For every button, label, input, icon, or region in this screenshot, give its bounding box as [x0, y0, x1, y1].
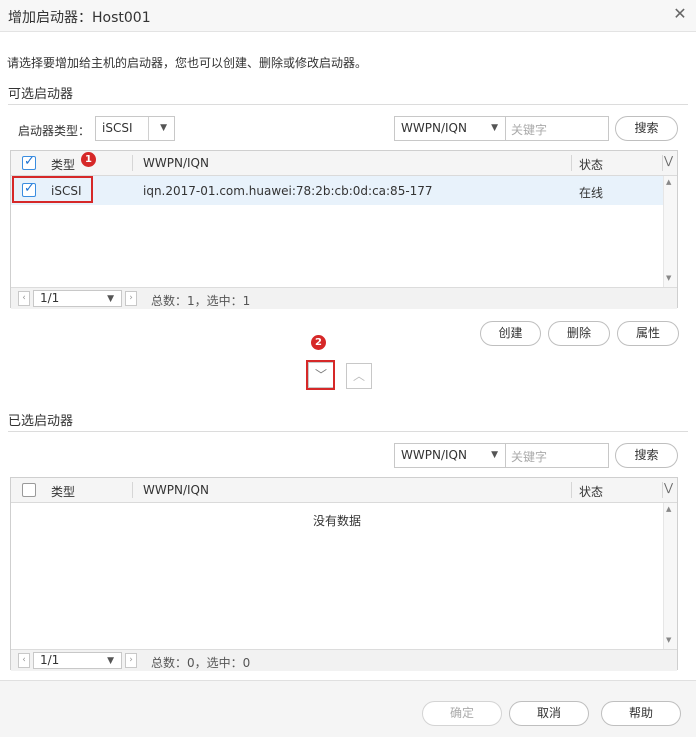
available-filter-select[interactable]: WWPN/IQN ▼ — [394, 116, 506, 141]
dialog-title: 增加启动器：Host001 — [8, 10, 151, 26]
table-row[interactable]: iSCSI iqn.2017-01.com.huawei:78:2b:cb:0d… — [11, 176, 663, 205]
available-initiators-table: 类型 WWPN/IQN 状态 ⋁ iSCSI iqn.2017-01.com.h… — [10, 150, 678, 309]
pager-summary: 总数：1，选中：1 — [151, 294, 251, 308]
chevron-up-icon: ︿ — [352, 369, 365, 383]
next-page-icon[interactable]: › — [125, 653, 137, 668]
page-select-value: 1/1 — [40, 653, 60, 667]
scroll-down-icon[interactable]: ▼ — [666, 636, 671, 644]
prev-page-icon[interactable]: ‹ — [18, 653, 30, 668]
column-header-type[interactable]: 类型 — [51, 156, 75, 173]
column-header-status[interactable]: 状态 — [579, 156, 603, 173]
select-all-checkbox[interactable] — [22, 154, 36, 170]
selected-section-title: 已选启动器 — [8, 414, 74, 429]
cancel-button[interactable]: 取消 — [509, 701, 589, 726]
highlight-box — [306, 360, 335, 390]
row-wwpn: iqn.2017-01.com.huawei:78:2b:cb:0d:ca:85… — [143, 184, 433, 198]
scroll-down-icon[interactable]: ▼ — [666, 274, 671, 282]
initiator-type-label: 启动器类型： — [18, 124, 91, 138]
highlight-box — [12, 176, 93, 203]
properties-button[interactable]: 属性 — [617, 321, 679, 346]
initiator-type-select[interactable]: iSCSI ▼ — [95, 116, 175, 141]
row-status: 在线 — [579, 186, 604, 200]
search-placeholder: 关键字 — [511, 450, 548, 464]
next-page-icon[interactable]: › — [125, 291, 137, 306]
page-select[interactable]: 1/1 ▼ — [33, 290, 122, 307]
chevron-down-icon: ▼ — [491, 450, 498, 460]
column-header-type[interactable]: 类型 — [51, 483, 75, 500]
hint-text: 请选择要增加给主机的启动器，您也可以创建、删除或修改启动器。 — [7, 56, 368, 70]
create-button[interactable]: 创建 — [480, 321, 541, 346]
page-select-value: 1/1 — [40, 291, 60, 305]
pager-summary: 总数：0，选中：0 — [151, 656, 251, 670]
chevron-down-icon: ▼ — [107, 656, 114, 666]
column-header-status[interactable]: 状态 — [579, 483, 603, 500]
available-search-button[interactable]: 搜索 — [615, 116, 678, 141]
chevron-down-icon: ▼ — [107, 294, 114, 304]
vertical-scrollbar[interactable]: ▲ ▼ — [663, 503, 677, 649]
page-select[interactable]: 1/1 ▼ — [33, 652, 122, 669]
select-all-checkbox[interactable] — [22, 483, 36, 497]
divider — [8, 104, 688, 105]
column-menu-icon[interactable]: ⋁ — [664, 154, 673, 167]
table-pager: ‹ 1/1 ▼ › 总数：1，选中：1 — [11, 287, 677, 309]
filter-field-value: WWPN/IQN — [401, 121, 467, 135]
selected-filter-select[interactable]: WWPN/IQN ▼ — [394, 443, 506, 468]
column-menu-icon[interactable]: ⋁ — [664, 481, 673, 494]
empty-message: 没有数据 — [313, 514, 362, 528]
scroll-up-icon[interactable]: ▲ — [666, 178, 671, 186]
chevron-down-icon: ▼ — [491, 123, 498, 133]
table-header: 类型 WWPN/IQN 状态 ⋁ — [11, 151, 677, 176]
available-section-title: 可选启动器 — [8, 87, 74, 102]
table-pager: ‹ 1/1 ▼ › 总数：0，选中：0 — [11, 649, 677, 671]
ok-button[interactable]: 确定 — [422, 701, 502, 726]
step-badge-1: 1 — [81, 152, 96, 167]
selected-search-input[interactable]: 关键字 — [505, 443, 609, 468]
move-up-button[interactable]: ︿ — [346, 363, 372, 389]
chevron-down-icon: ▼ — [160, 123, 167, 133]
delete-button[interactable]: 删除 — [548, 321, 610, 346]
search-placeholder: 关键字 — [511, 123, 548, 137]
selected-initiators-table: 类型 WWPN/IQN 状态 ⋁ 没有数据 ▲ ▼ ‹ 1/1 ▼ › 总数：0… — [10, 477, 678, 671]
vertical-scrollbar[interactable]: ▲ ▼ — [663, 176, 677, 287]
divider — [8, 431, 688, 432]
column-header-wwpn[interactable]: WWPN/IQN — [143, 156, 209, 170]
initiator-type-value: iSCSI — [102, 121, 133, 135]
table-header: 类型 WWPN/IQN 状态 ⋁ — [11, 478, 677, 503]
help-button[interactable]: 帮助 — [601, 701, 681, 726]
scroll-up-icon[interactable]: ▲ — [666, 505, 671, 513]
prev-page-icon[interactable]: ‹ — [18, 291, 30, 306]
column-header-wwpn[interactable]: WWPN/IQN — [143, 483, 209, 497]
dialog-footer — [0, 680, 696, 737]
selected-search-button[interactable]: 搜索 — [615, 443, 678, 468]
step-badge-2: 2 — [311, 335, 326, 350]
available-search-input[interactable]: 关键字 — [505, 116, 609, 141]
close-icon[interactable]: ✕ — [672, 6, 688, 22]
filter-field-value: WWPN/IQN — [401, 448, 467, 462]
